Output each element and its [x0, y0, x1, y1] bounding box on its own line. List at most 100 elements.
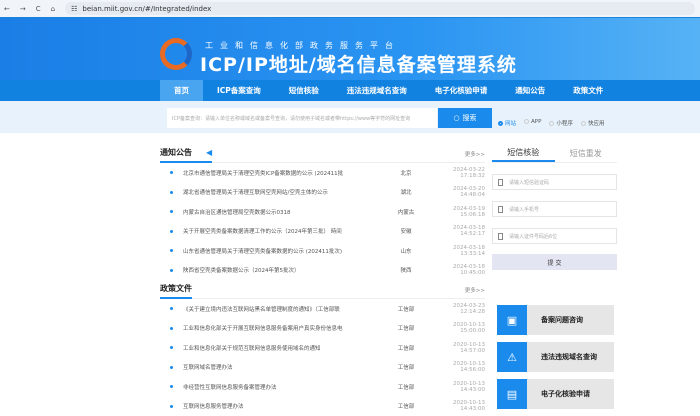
placeholder: 请输入证件号码后6位 [509, 233, 557, 240]
list-item[interactable]: 湖北省通信管理局关于清理互联网空壳网站/空壳主体的公示湖北2024-03-20 … [160, 183, 485, 203]
search-type-radio[interactable]: 快应用 [581, 119, 605, 127]
radio-icon [549, 121, 554, 126]
list-item[interactable]: 关于开展空壳类备案数据清理工作的公示（2024年第三批） 時间安徽2024-03… [160, 222, 485, 242]
search-button[interactable]: ○搜索 [438, 108, 492, 128]
item-date: 2020-10-13 14:43:00 [431, 381, 485, 393]
item-date: 2024-03-18 13:33:14 [431, 245, 485, 257]
item-source: 湖北 [381, 188, 431, 196]
item-title[interactable]: 工业和信息化部关于规范互联网信息服务使用域名的通知 [183, 344, 381, 352]
list-item[interactable]: 《关于建立境内违法互联网站黑名单管理制度的通知》（工信部联工信部2024-03-… [160, 299, 485, 319]
browser-toolbar: ← → C ⌂ ☷beian.miit.gov.cn/#/Integrated/ind… [0, 0, 700, 18]
item-title[interactable]: 非经营性互联网信息服务备案管理办法 [183, 383, 381, 391]
site-info-icon[interactable]: ☷ [71, 5, 77, 13]
item-title[interactable]: 工业和信息化部关于开展互联网信息服务备案用户真实身份信息电 [183, 324, 381, 332]
item-title[interactable]: 陕西省空壳类备案数据公示（2024年第5批次） [183, 266, 381, 274]
home-icon[interactable]: ⌂ [51, 5, 55, 13]
item-date: 2024-03-18 10:45:00 [431, 264, 485, 276]
submit-button[interactable]: 提 交 [492, 254, 617, 270]
item-title[interactable]: 湖北省通信管理局关于清理互联网空壳网站/空壳主体的公示 [183, 188, 381, 196]
notices-more-link[interactable]: 更多>> [465, 150, 485, 158]
item-source: 工信部 [381, 402, 431, 410]
address-bar[interactable]: ☷beian.miit.gov.cn/#/Integrated/index [65, 2, 695, 15]
item-source: 工信部 [381, 305, 431, 313]
list-item[interactable]: 北京市通信管理局关于清理空壳类ICP备案数据的公示 (202411批北京2024… [160, 163, 485, 183]
quick-link-label: 电子化核验申请 [541, 389, 590, 399]
tab-sms-verify[interactable]: 短信核验 [492, 145, 555, 162]
radio-icon [581, 121, 586, 126]
quick-link-button[interactable]: ⚠违法违规域名查询 [497, 342, 614, 372]
list-item[interactable]: 内蒙古自治区通信管理局空壳数据公示0318内蒙古2024-03-19 15:06… [160, 202, 485, 222]
list-item[interactable]: 山东省通信管理局关于清理空壳类备案数据的公示 (202411批次)山东2024-… [160, 241, 485, 261]
notices-title: 通知公告 [160, 147, 192, 158]
item-date: 2020-10-13 14:43:00 [431, 400, 485, 412]
reload-icon[interactable]: C [36, 5, 41, 13]
bullet-icon [170, 307, 173, 310]
item-date: 2020-10-13 15:00:00 [431, 322, 485, 334]
list-item[interactable]: 互联网域名管理办法工信部2020-10-13 14:56:00 [160, 358, 485, 378]
nav-item[interactable]: 电子化核验申请 [421, 80, 502, 101]
item-date: 2024-03-19 15:06:18 [431, 206, 485, 218]
list-item[interactable]: 互联网信息服务管理办法工信部2020-10-13 14:43:00 [160, 397, 485, 416]
search-type-radio[interactable]: 网站 [498, 119, 516, 127]
item-title[interactable]: 内蒙古自治区通信管理局空壳数据公示0318 [183, 208, 381, 216]
item-date: 2024-03-18 14:52:17 [431, 225, 485, 237]
list-item[interactable]: 陕西省空壳类备案数据公示（2024年第5批次）陕西2024-03-18 10:4… [160, 261, 485, 281]
nav-item[interactable]: 违法违规域名查询 [333, 80, 421, 101]
item-source: 北京 [381, 169, 431, 177]
item-title[interactable]: 互联网域名管理办法 [183, 363, 381, 371]
item-title[interactable]: 互联网信息服务管理办法 [183, 402, 381, 410]
sms-code-input[interactable]: 请输入短信验证码 [492, 174, 617, 190]
bullet-icon [170, 191, 173, 194]
item-source: 工信部 [381, 324, 431, 332]
bullet-icon [170, 366, 173, 369]
item-title[interactable]: 北京市通信管理局关于清理空壳类ICP备案数据的公示 (202411批 [183, 169, 381, 177]
item-source: 内蒙古 [381, 208, 431, 216]
item-title[interactable]: 《关于建立境内违法互联网站黑名单管理制度的通知》（工信部联 [183, 305, 381, 313]
main-nav: 首页ICP备案查询短信核验违法违规域名查询电子化核验申请通知公告政策文件 [0, 80, 700, 101]
search-type-radio[interactable]: 小程序 [549, 119, 573, 127]
search-icon: ○ [453, 114, 459, 122]
search-area: ICP备案查询：请输入单位名称或域名或备案号查询，请勿使用子域名或者带https… [0, 101, 700, 133]
item-date: 2024-03-23 12:14:28 [431, 303, 485, 315]
item-date: 2020-10-13 14:56:00 [431, 361, 485, 373]
nav-item[interactable]: 首页 [160, 80, 203, 101]
quick-link-label: 违法违规域名查询 [541, 352, 597, 362]
item-title[interactable]: 山东省通信管理局关于清理空壳类备案数据的公示 (202411批次) [183, 247, 381, 255]
phone-input[interactable]: 请输入手机号 [492, 201, 617, 217]
bullet-icon [170, 269, 173, 272]
bullet-icon [170, 346, 173, 349]
radio-label: 快应用 [588, 121, 605, 127]
search-input[interactable]: ICP备案查询：请输入单位名称或域名或备案号查询，请勿使用子域名或者带https… [167, 108, 437, 128]
bullet-icon [170, 405, 173, 408]
tab-sms-resend[interactable]: 短信重发 [555, 145, 618, 162]
bullet-icon [170, 385, 173, 388]
quick-link-icon: ▤ [497, 379, 527, 409]
bullet-icon [170, 171, 173, 174]
item-date: 2020-10-13 14:57:00 [431, 342, 485, 354]
policies-more-link[interactable]: 更多>> [465, 286, 485, 294]
quick-link-icon: ▣ [497, 305, 527, 335]
policies-title: 政策文件 [160, 281, 192, 299]
nav-item[interactable]: 短信核验 [275, 80, 333, 101]
item-source: 工信部 [381, 363, 431, 371]
bullet-icon [170, 230, 173, 233]
nav-item[interactable]: 政策文件 [559, 80, 617, 101]
item-source: 安徽 [381, 227, 431, 235]
item-source: 工信部 [381, 344, 431, 352]
id-number-input[interactable]: 请输入证件号码后6位 [492, 228, 617, 244]
list-item[interactable]: 工业和信息化部关于规范互联网信息服务使用域名的通知工信部2020-10-13 1… [160, 338, 485, 358]
quick-link-button[interactable]: ▣备案问题咨询 [497, 305, 614, 335]
list-item[interactable]: 工业和信息化部关于开展互联网信息服务备案用户真实身份信息电工信部2020-10-… [160, 319, 485, 339]
search-type-radio[interactable]: APP [524, 119, 541, 127]
item-date: 2024-03-22 17:18:32 [431, 167, 485, 179]
nav-item[interactable]: 通知公告 [501, 80, 559, 101]
back-icon[interactable]: ← [4, 5, 10, 13]
list-item[interactable]: 非经营性互联网信息服务备案管理办法工信部2020-10-13 14:43:00 [160, 377, 485, 397]
sms-verify-panel: 短信核验短信重发 请输入短信验证码 请输入手机号 请输入证件号码后6位 提 交 [492, 145, 617, 270]
speaker-icon: ◀ [206, 148, 212, 157]
quick-link-button[interactable]: ▤ 电子化核验申请 [497, 379, 614, 409]
radio-label: 小程序 [556, 121, 573, 127]
forward-icon[interactable]: → [20, 5, 26, 13]
nav-item[interactable]: ICP备案查询 [203, 80, 275, 101]
item-title[interactable]: 关于开展空壳类备案数据清理工作的公示（2024年第三批） 時间 [183, 227, 381, 235]
